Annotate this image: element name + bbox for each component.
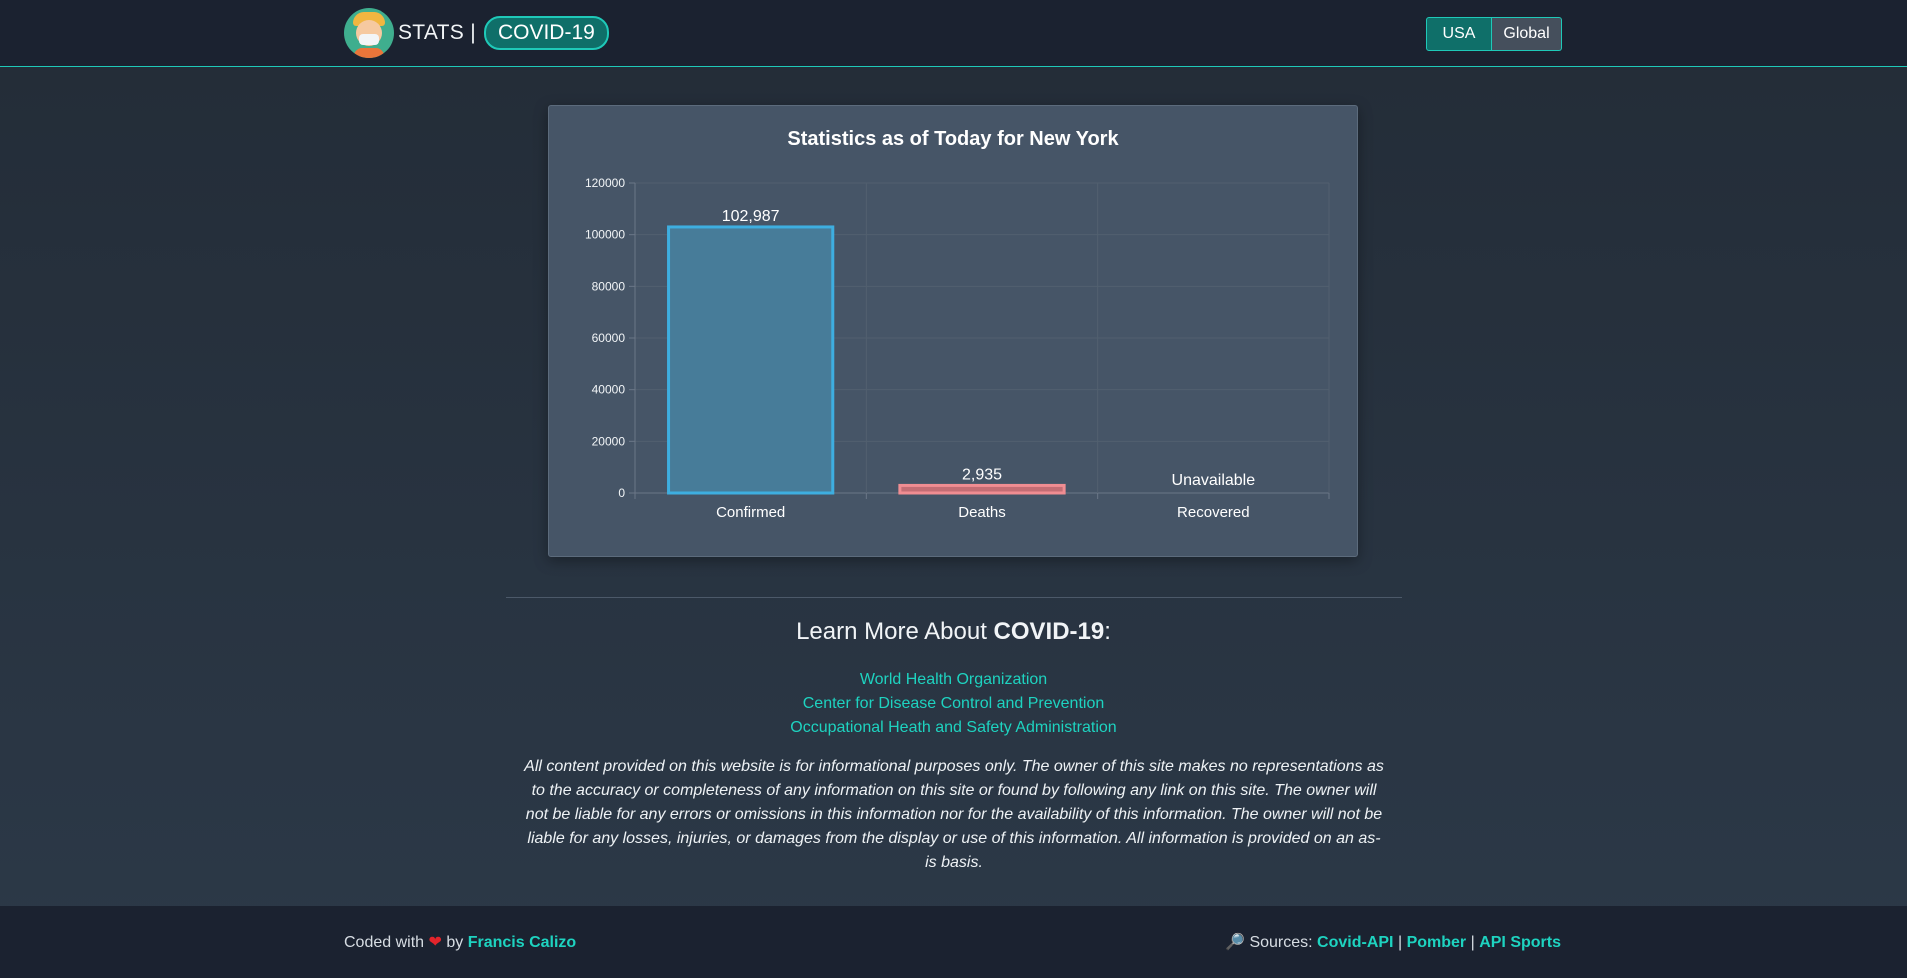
source-separator: | — [1397, 934, 1403, 951]
link-who[interactable]: World Health Organization — [0, 668, 1907, 692]
learn-more-suffix: : — [1104, 618, 1111, 645]
usa-button[interactable]: USA — [1426, 17, 1492, 51]
section-divider — [506, 597, 1402, 598]
data-label: 102,987 — [722, 208, 780, 225]
x-tick-label: Recovered — [1177, 504, 1250, 521]
magnifier-icon: 🔎 — [1225, 934, 1245, 951]
link-cdc[interactable]: Center for Disease Control and Preventio… — [0, 692, 1907, 716]
resource-links: World Health Organization Center for Dis… — [0, 668, 1907, 740]
bar-deaths — [898, 483, 1066, 495]
footer-credit: Coded with ❤ by Francis Calizo — [344, 932, 576, 952]
x-tick-label: Confirmed — [716, 504, 785, 521]
y-tick-label: 40000 — [592, 383, 626, 397]
region-toggle: USA Global — [1426, 17, 1562, 51]
y-tick-label: 60000 — [592, 331, 626, 345]
learn-more-heading: Learn More About COVID-19: — [0, 618, 1907, 646]
source-covid-api-link[interactable]: Covid-API — [1317, 934, 1393, 951]
source-api-sports-link[interactable]: API Sports — [1479, 934, 1561, 951]
doctor-mask-avatar-icon — [344, 8, 394, 58]
footer-sources: 🔎 Sources: Covid-API | Pomber | API Spor… — [1225, 932, 1561, 952]
learn-more-prefix: Learn More About — [796, 618, 994, 645]
brand[interactable]: STATS | COVID-19 — [344, 8, 609, 58]
source-pomber-link[interactable]: Pomber — [1407, 934, 1467, 951]
coded-with-text: Coded with — [344, 934, 425, 951]
brand-covid-pill: COVID-19 — [483, 16, 609, 50]
bar-confirmed — [667, 225, 835, 495]
author-link[interactable]: Francis Calizo — [468, 934, 576, 951]
y-tick-label: 120000 — [585, 176, 625, 190]
source-separator: | — [1470, 934, 1475, 951]
global-button[interactable]: Global — [1492, 17, 1562, 51]
x-tick-label: Deaths — [958, 504, 1006, 521]
brand-stats-text: STATS | — [398, 21, 476, 44]
y-tick-label: 0 — [618, 486, 625, 500]
y-tick-label: 100000 — [585, 228, 625, 242]
sources-label: Sources: — [1249, 934, 1313, 951]
disclaimer-text: All content provided on this website is … — [524, 758, 1384, 871]
heart-icon: ❤ — [428, 934, 442, 951]
y-tick-label: 80000 — [592, 279, 626, 293]
bar-chart: 0 20000 40000 60000 80000 100000 120000 102,987… — [585, 176, 1330, 521]
learn-more-bold: COVID-19 — [993, 618, 1105, 645]
by-text: by — [446, 934, 464, 951]
top-navbar: STATS | COVID-19 USA Global — [0, 0, 1907, 67]
footer: Coded with ❤ by Francis Calizo 🔎 Sources… — [0, 906, 1907, 978]
y-tick-label: 20000 — [592, 434, 626, 448]
data-label: Unavailable — [1172, 472, 1256, 489]
statistics-chart-card: Statistics as of Today for New York 0 200… — [548, 105, 1358, 557]
data-label: 2,935 — [962, 466, 1002, 483]
link-osha[interactable]: Occupational Heath and Safety Administra… — [0, 716, 1907, 740]
